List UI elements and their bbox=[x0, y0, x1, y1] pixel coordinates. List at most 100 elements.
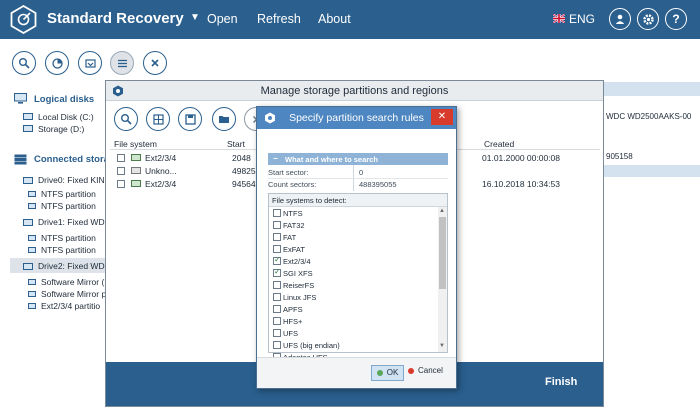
close-button[interactable] bbox=[143, 51, 167, 75]
language-selector[interactable]: ENG bbox=[569, 12, 595, 26]
info-strip bbox=[603, 165, 700, 177]
search-button[interactable] bbox=[12, 51, 36, 75]
menu-open[interactable]: Open bbox=[207, 12, 238, 26]
row-fs[interactable]: Ext2/3/4 bbox=[145, 153, 176, 163]
close-button[interactable]: ✕ bbox=[431, 109, 453, 125]
list-icon bbox=[117, 59, 127, 67]
file-systems-list: File systems to detect: NTFS FAT32 FAT ExFA… bbox=[268, 193, 448, 362]
find-partitions-button[interactable] bbox=[114, 107, 138, 131]
search-icon bbox=[19, 58, 30, 69]
partition-icon bbox=[131, 154, 141, 161]
account-button[interactable] bbox=[609, 8, 631, 30]
fs-checkbox[interactable] bbox=[273, 341, 281, 350]
list-button[interactable] bbox=[110, 51, 134, 75]
row-fs[interactable]: Ext2/3/4 bbox=[145, 179, 176, 189]
recover-button[interactable] bbox=[78, 51, 102, 75]
fs-checkbox[interactable] bbox=[273, 329, 281, 338]
sidebar-item-drive0[interactable]: Drive0: Fixed KIN bbox=[38, 175, 105, 185]
fs-checkbox[interactable] bbox=[273, 293, 281, 302]
fs-option[interactable]: HFS+ bbox=[273, 317, 302, 328]
question-icon: ? bbox=[672, 12, 680, 26]
row-checkbox[interactable] bbox=[117, 154, 125, 162]
search-dialog-footer: OK Cancel bbox=[257, 357, 456, 388]
row-checkbox[interactable] bbox=[117, 167, 125, 175]
row-checkbox[interactable] bbox=[117, 180, 125, 188]
layout-button[interactable] bbox=[146, 107, 170, 131]
column-file-system[interactable]: File system bbox=[114, 139, 157, 149]
fs-option[interactable]: APFS bbox=[273, 305, 303, 316]
help-button[interactable]: ? bbox=[665, 8, 687, 30]
menu-dropdown-icon[interactable]: ▼ bbox=[190, 12, 200, 23]
fs-checkbox[interactable] bbox=[273, 221, 281, 230]
fs-checkbox[interactable] bbox=[273, 267, 281, 278]
sidebar-item-partition[interactable]: Software Mirror ( bbox=[41, 277, 104, 287]
fs-option-label: UFS (big endian) bbox=[283, 341, 340, 350]
fs-option[interactable]: UFS (big endian) bbox=[273, 341, 340, 352]
grid-icon bbox=[152, 113, 164, 125]
finish-button[interactable]: Finish bbox=[545, 376, 577, 388]
scan-button[interactable] bbox=[45, 51, 69, 75]
row-fs[interactable]: Unkno... bbox=[145, 166, 177, 176]
fs-option-label: HFS+ bbox=[283, 317, 303, 326]
monitor-icon bbox=[14, 93, 27, 104]
cancel-button[interactable]: Cancel bbox=[408, 366, 443, 375]
count-sectors-input[interactable]: 488395055 bbox=[359, 180, 397, 189]
fs-option[interactable]: FAT bbox=[273, 233, 296, 244]
search-icon bbox=[121, 114, 132, 125]
fs-checkbox[interactable] bbox=[273, 233, 281, 242]
scrollbar[interactable]: ▲ ▼ bbox=[438, 207, 447, 352]
uk-flag-icon bbox=[553, 14, 565, 23]
fs-option[interactable]: ReiserFS bbox=[273, 281, 314, 292]
save-icon bbox=[184, 113, 196, 125]
fs-option[interactable]: SGI XFS bbox=[273, 267, 313, 280]
fs-checkbox[interactable] bbox=[273, 209, 281, 218]
sidebar-item-partition[interactable]: NTFS partition bbox=[41, 245, 96, 255]
sidebar-item-local-disk[interactable]: Local Disk (C:) bbox=[38, 112, 94, 122]
fs-option[interactable]: FAT32 bbox=[273, 221, 305, 232]
scroll-up-icon[interactable]: ▲ bbox=[439, 208, 445, 214]
app-logo-icon bbox=[10, 5, 37, 34]
ok-button[interactable]: OK bbox=[371, 365, 404, 381]
settings-button[interactable] bbox=[637, 8, 659, 30]
fs-option-label: Ext2/3/4 bbox=[283, 257, 311, 266]
menu-about[interactable]: About bbox=[318, 12, 351, 26]
scrollbar-thumb[interactable] bbox=[439, 217, 446, 289]
scroll-down-icon[interactable]: ▼ bbox=[439, 343, 445, 349]
fs-checkbox[interactable] bbox=[273, 317, 281, 326]
fs-checkbox[interactable] bbox=[273, 305, 281, 314]
count-sectors-label: Count sectors: bbox=[268, 180, 317, 189]
save-button[interactable] bbox=[178, 107, 202, 131]
column-created[interactable]: Created bbox=[484, 139, 514, 149]
drive-icon bbox=[23, 177, 33, 184]
drive-model-text: WDC WD2500AAKS-00 bbox=[606, 112, 692, 121]
sidebar-item-partition[interactable]: Ext2/3/4 partitio bbox=[41, 301, 100, 311]
sidebar-item-storage[interactable]: Storage (D:) bbox=[38, 124, 84, 134]
sidebar-item-partition[interactable]: Software Mirror p bbox=[41, 289, 106, 299]
fs-checkbox[interactable] bbox=[273, 255, 281, 266]
sidebar-item-drive1[interactable]: Drive1: Fixed WD bbox=[38, 217, 105, 227]
connected-storages-header: Connected stora bbox=[34, 154, 109, 165]
file-systems-header-text: File systems to detect: bbox=[272, 196, 347, 205]
open-folder-button[interactable] bbox=[212, 107, 236, 131]
menu-refresh[interactable]: Refresh bbox=[257, 12, 301, 26]
field-separator bbox=[268, 178, 448, 179]
start-sector-input[interactable]: 0 bbox=[359, 168, 363, 177]
fs-checkbox[interactable] bbox=[273, 245, 281, 254]
drive-icon bbox=[23, 263, 33, 270]
sidebar-item-partition[interactable]: NTFS partition bbox=[41, 189, 96, 199]
fs-option[interactable]: Linux JFS bbox=[273, 293, 316, 304]
drive-serial-text: 905158 bbox=[606, 152, 633, 161]
ok-label: OK bbox=[386, 368, 399, 377]
mirror-icon bbox=[28, 279, 36, 285]
fs-option[interactable]: NTFS bbox=[273, 209, 303, 220]
section-header[interactable]: − What and where to search bbox=[268, 153, 448, 165]
column-start[interactable]: Start bbox=[227, 139, 245, 149]
fs-checkbox[interactable] bbox=[273, 281, 281, 290]
dialog-title: Manage storage partitions and regions bbox=[260, 85, 449, 97]
sidebar-item-drive2[interactable]: Drive2: Fixed WD bbox=[38, 261, 105, 271]
sidebar-item-partition[interactable]: NTFS partition bbox=[41, 201, 96, 211]
sidebar-item-partition[interactable]: NTFS partition bbox=[41, 233, 96, 243]
folder-icon bbox=[219, 116, 229, 123]
fs-option[interactable]: UFS bbox=[273, 329, 298, 340]
drive-icon bbox=[23, 219, 33, 226]
